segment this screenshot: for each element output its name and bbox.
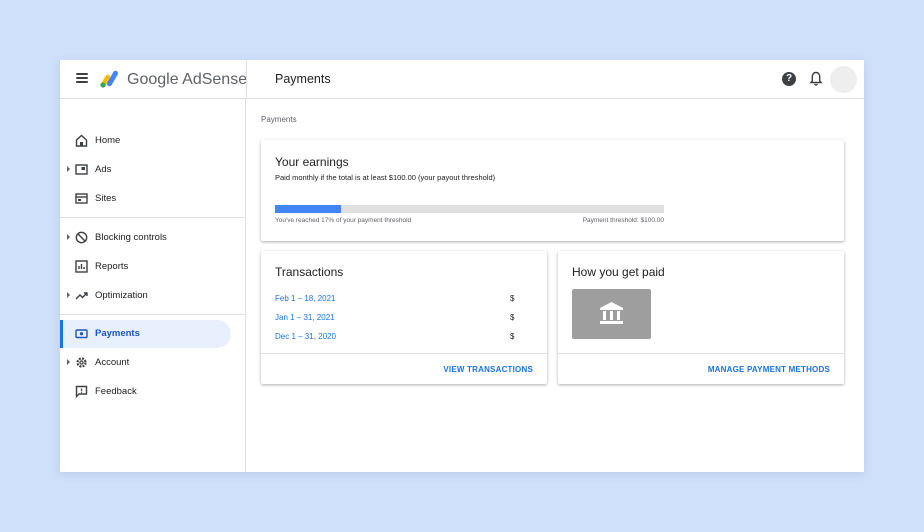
trending-icon	[75, 292, 88, 300]
sidebar-divider	[60, 314, 246, 315]
transaction-period-link[interactable]: Jan 1 – 31, 2021	[275, 313, 335, 322]
threshold-reached-text: You've reached 17% of your payment thres…	[275, 217, 412, 224]
payments-icon	[75, 329, 88, 339]
gear-icon	[76, 357, 87, 368]
how-paid-title: How you get paid	[572, 265, 665, 279]
card-divider	[558, 353, 844, 354]
payment-method-tile[interactable]	[572, 289, 651, 339]
transactions-card: Transactions Feb 1 – 18, 2021 $ Jan 1 – …	[261, 251, 547, 384]
sidebar-divider	[60, 217, 246, 218]
sidebar-item-label: Blocking controls	[95, 232, 167, 243]
sidebar-item-label: Account	[95, 357, 130, 368]
sidebar-item-sites[interactable]: Sites	[60, 185, 246, 213]
card-divider	[261, 353, 547, 354]
earnings-subtitle: Paid monthly if the total is at least $1…	[275, 173, 496, 182]
expand-caret-icon	[67, 166, 70, 172]
page-title: Payments	[275, 72, 331, 86]
sidebar-item-label: Sites	[95, 193, 117, 204]
expand-caret-icon	[67, 234, 70, 240]
help-icon[interactable]: ?	[782, 72, 796, 86]
sidebar-item-home[interactable]: Home	[60, 127, 246, 155]
sidebar-item-label: Reports	[95, 261, 129, 272]
sidebar-item-label: Payments	[95, 328, 140, 339]
transaction-amount: $	[510, 332, 515, 341]
view-transactions-button[interactable]: VIEW TRANSACTIONS	[443, 365, 533, 374]
sidebar-item-blocking-controls[interactable]: Blocking controls	[60, 224, 246, 252]
adsense-logo-icon	[100, 70, 118, 88]
sidebar-item-label: Ads	[95, 164, 112, 175]
sidebar-item-reports[interactable]: Reports	[60, 253, 246, 281]
manage-payment-methods-button[interactable]: MANAGE PAYMENT METHODS	[708, 365, 830, 374]
sites-icon	[75, 193, 88, 204]
transaction-amount: $	[510, 294, 515, 303]
threshold-amount-text: Payment threshold: $100.00	[582, 217, 664, 224]
sidebar-item-payments[interactable]: Payments	[60, 320, 231, 348]
sidebar-item-label: Feedback	[95, 386, 137, 397]
sidebar-item-ads[interactable]: Ads	[60, 156, 246, 184]
earnings-card: Your earnings Paid monthly if the total …	[261, 140, 844, 241]
reports-icon	[75, 260, 88, 273]
table-row: Jan 1 – 31, 2021 $	[275, 313, 515, 325]
sidebar-item-label: Home	[95, 135, 121, 146]
breadcrumb: Payments	[261, 115, 297, 124]
earnings-title: Your earnings	[275, 155, 349, 169]
home-icon	[75, 134, 88, 147]
sidebar-item-label: Optimization	[95, 290, 148, 301]
block-icon	[75, 231, 88, 244]
expand-caret-icon	[67, 292, 70, 298]
transaction-period-link[interactable]: Feb 1 – 18, 2021	[275, 294, 336, 303]
threshold-progress-bar	[275, 205, 664, 213]
expand-caret-icon	[67, 359, 70, 365]
table-row: Dec 1 – 31, 2020 $	[275, 332, 515, 344]
sidebar-item-optimization[interactable]: Optimization	[60, 282, 246, 310]
header-divider	[246, 60, 247, 99]
threshold-progress-fill	[275, 205, 342, 213]
bell-icon[interactable]	[809, 71, 823, 87]
adsense-window: Google AdSense Payments ? Home Ads Sites…	[60, 60, 864, 472]
ads-icon	[75, 164, 88, 175]
sidebar-item-account[interactable]: Account	[60, 349, 246, 377]
transaction-amount: $	[510, 313, 515, 322]
transactions-title: Transactions	[275, 265, 344, 279]
transaction-period-link[interactable]: Dec 1 – 31, 2020	[275, 332, 336, 341]
feedback-icon	[75, 385, 88, 398]
brand-name: Google AdSense	[127, 71, 248, 88]
avatar[interactable]	[830, 66, 857, 93]
sidebar: Home Ads Sites Blocking controls Reports…	[60, 99, 246, 472]
menu-icon[interactable]	[76, 73, 88, 83]
top-bar: Google AdSense Payments ?	[60, 60, 864, 99]
how-you-get-paid-card: How you get paid MANAGE PAYMENT METHODS	[558, 251, 844, 384]
sidebar-item-feedback[interactable]: Feedback	[60, 378, 246, 406]
bank-icon	[600, 302, 623, 324]
table-row: Feb 1 – 18, 2021 $	[275, 294, 515, 306]
